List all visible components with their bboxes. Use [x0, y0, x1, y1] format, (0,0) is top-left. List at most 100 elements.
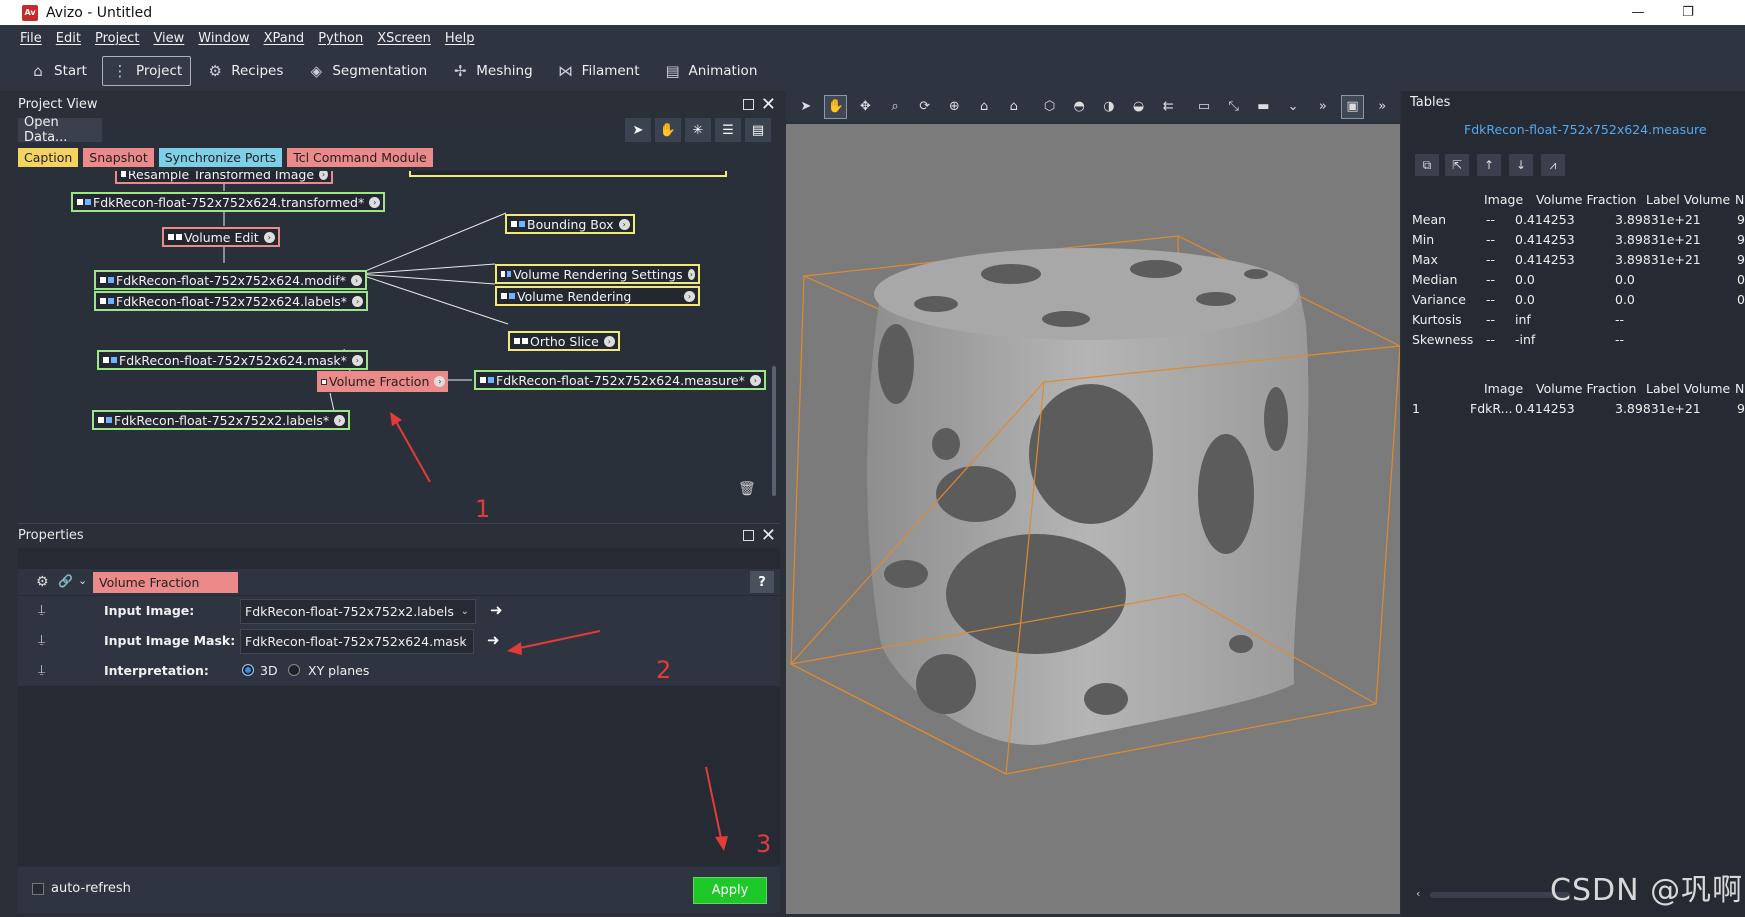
menu-help[interactable]: Help: [445, 31, 475, 46]
table-row[interactable]: Variance -- 0.0 0.0 0: [1402, 292, 1745, 312]
translate-icon[interactable]: ✥: [853, 95, 877, 119]
scroll-left-icon[interactable]: ‹: [1416, 887, 1420, 900]
view-front-icon[interactable]: ◓: [1067, 95, 1091, 119]
pick-icon[interactable]: ⤡: [1222, 95, 1246, 119]
port-icon[interactable]: ›: [350, 274, 362, 286]
menu-view[interactable]: View: [153, 31, 184, 46]
table-row[interactable]: Mean -- 0.414253 3.89831e+21 9: [1402, 212, 1745, 232]
auto-refresh-checkbox[interactable]: [32, 883, 44, 895]
port-icon[interactable]: ›: [684, 290, 695, 302]
node-resample-transformed-image[interactable]: Resample Transformed Image ›: [115, 171, 333, 184]
start-button[interactable]: ⌂ Start: [20, 56, 96, 86]
zoom-icon[interactable]: ⌕: [883, 95, 907, 119]
menu-python[interactable]: Python: [318, 31, 363, 46]
input-mask-arrow-icon[interactable]: ➜: [487, 631, 500, 649]
animation-button[interactable]: ▤ Animation: [655, 56, 767, 86]
chart-icon[interactable]: ⩘: [1541, 154, 1565, 176]
minimize-button[interactable]: —: [1615, 0, 1661, 25]
node-modif[interactable]: FdkRecon-float-752x752x624.modif* ›: [94, 270, 367, 290]
port-icon[interactable]: ›: [334, 414, 346, 426]
node-transformed-image[interactable]: FdkRecon-float-752x752x624.transformed* ›: [71, 192, 386, 212]
snapshot-filter[interactable]: Snapshot: [83, 148, 154, 167]
project-button[interactable]: ⋮ Project: [101, 56, 192, 86]
close-panel-icon[interactable]: ✕: [761, 525, 776, 546]
open-data-button[interactable]: Open Data...: [18, 115, 102, 145]
radio-3d[interactable]: [242, 664, 254, 676]
node-partial[interactable]: [409, 171, 727, 177]
node-volume-rendering-settings[interactable]: Volume Rendering Settings ›: [495, 264, 700, 284]
view-back-icon[interactable]: ⇇: [1156, 95, 1180, 119]
port-icon[interactable]: ›: [434, 376, 446, 387]
expand-icon[interactable]: »: [1370, 95, 1394, 119]
port-icon[interactable]: ›: [749, 374, 761, 386]
measure-icon[interactable]: ▬: [1252, 95, 1276, 119]
menu-xpand[interactable]: XPand: [264, 31, 305, 46]
apply-button[interactable]: Apply: [693, 877, 767, 904]
chevron-down-icon[interactable]: ⌄: [1281, 95, 1305, 119]
maximize-panel-icon[interactable]: [743, 530, 754, 541]
close-panel-icon[interactable]: ✕: [761, 94, 776, 115]
gear-icon[interactable]: ⚙: [36, 574, 49, 590]
scrollbar-thumb[interactable]: [772, 366, 776, 496]
home-view-icon[interactable]: ⌂: [972, 95, 996, 119]
view-side-icon[interactable]: ◑: [1097, 95, 1121, 119]
move-down-icon[interactable]: ↓: [1509, 154, 1533, 176]
menu-xscreen[interactable]: XScreen: [377, 31, 431, 46]
port-icon[interactable]: ›: [369, 196, 381, 208]
graph-scrollbar[interactable]: [770, 156, 778, 518]
menu-file[interactable]: File: [20, 31, 42, 46]
link-icon[interactable]: 🔗: [58, 574, 73, 588]
pin-icon[interactable]: ⍊: [38, 602, 45, 617]
node-measure[interactable]: FdkRecon-float-752x752x624.measure* ›: [474, 370, 766, 390]
seek-icon[interactable]: ⊕: [943, 95, 967, 119]
tcl-command-filter[interactable]: Tcl Command Module: [287, 148, 433, 167]
input-image-arrow-icon[interactable]: ➜: [490, 601, 503, 619]
auto-layout-icon[interactable]: ✳: [685, 118, 711, 142]
move-up-icon[interactable]: ↑: [1477, 154, 1501, 176]
select-arrow-icon[interactable]: ➤: [794, 95, 818, 119]
port-icon[interactable]: ›: [351, 354, 363, 366]
pan-tool-icon[interactable]: ✋: [655, 118, 681, 142]
port-icon[interactable]: ›: [319, 171, 328, 180]
synchronize-ports-filter[interactable]: Synchronize Ports: [158, 148, 283, 167]
viewer-layout-icon[interactable]: ▣: [1340, 94, 1365, 119]
list-view-icon[interactable]: ▤: [745, 118, 771, 142]
3d-viewer[interactable]: [786, 124, 1400, 914]
table-row[interactable]: 1 FdkR... 0.414253 3.89831e+21 9: [1402, 401, 1745, 421]
trash-icon[interactable]: 🗑: [738, 481, 756, 497]
table-row[interactable]: Min -- 0.414253 3.89831e+21 9: [1402, 232, 1745, 252]
node-mask[interactable]: FdkRecon-float-752x752x624.mask* ›: [97, 350, 368, 370]
tree-view-icon[interactable]: ☰: [715, 118, 741, 142]
node-labels-624[interactable]: FdkRecon-float-752x752x624.labels* ›: [94, 291, 369, 311]
help-button[interactable]: ?: [750, 571, 774, 593]
rotate-icon[interactable]: ⟳: [913, 95, 937, 119]
meshing-button[interactable]: ✢ Meshing: [442, 56, 541, 86]
menu-edit[interactable]: Edit: [56, 31, 81, 46]
menu-project[interactable]: Project: [95, 31, 139, 46]
port-icon[interactable]: ›: [618, 218, 630, 230]
node-labels-2[interactable]: FdkRecon-float-752x752x2.labels* ›: [92, 410, 351, 430]
port-icon[interactable]: ›: [352, 295, 364, 307]
port-icon[interactable]: ›: [687, 268, 695, 280]
input-mask-select[interactable]: FdkRecon-float-752x752x624.mask ⌄: [240, 629, 474, 654]
filament-button[interactable]: ⋈ Filament: [548, 56, 649, 86]
menu-window[interactable]: Window: [198, 31, 249, 46]
view-all-icon[interactable]: ⬡: [1038, 95, 1062, 119]
tables-hscrollbar[interactable]: [1430, 892, 1570, 898]
copy-icon[interactable]: ⧉: [1415, 154, 1439, 176]
table-row[interactable]: Skewness -- -inf --: [1402, 332, 1745, 352]
table-row[interactable]: Median -- 0.0 0.0 0: [1402, 272, 1745, 292]
pin-icon[interactable]: ⍊: [38, 662, 45, 677]
select-tool-icon[interactable]: ➤: [625, 118, 651, 142]
chevron-down-icon[interactable]: ⌄: [78, 574, 87, 587]
input-image-select[interactable]: FdkRecon-float-752x752x2.labels ⌄: [240, 599, 476, 624]
segmentation-button[interactable]: ◈ Segmentation: [298, 56, 436, 86]
pin-icon[interactable]: ⍊: [38, 632, 45, 647]
more-icon[interactable]: »: [1311, 95, 1335, 119]
table-row[interactable]: Max -- 0.414253 3.89831e+21 9: [1402, 252, 1745, 272]
set-home-icon[interactable]: ⌂: [1002, 95, 1026, 119]
layout-icon[interactable]: ▭: [1192, 95, 1216, 119]
node-volume-edit[interactable]: Volume Edit ›: [162, 227, 280, 247]
table-row[interactable]: Kurtosis -- inf --: [1402, 312, 1745, 332]
port-icon[interactable]: ›: [263, 231, 275, 243]
